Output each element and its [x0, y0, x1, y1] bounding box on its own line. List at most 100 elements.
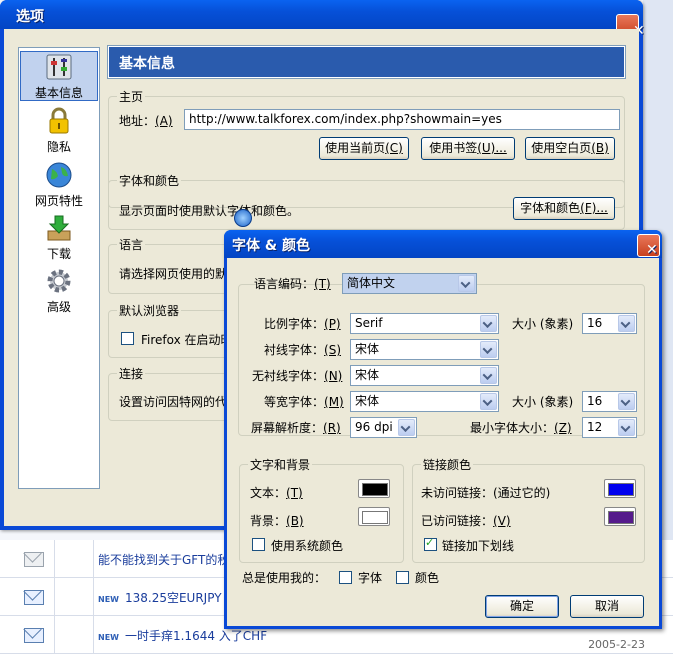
label-text: 语言编码： [254, 277, 315, 291]
always-use-colors-label: 颜色 [415, 571, 440, 585]
row-icon-cell [14, 540, 55, 577]
resolution-label: 屏幕解析度：(R) [251, 419, 341, 436]
proportional-select[interactable]: Serif [350, 313, 499, 334]
select-value: 宋体 [355, 342, 380, 356]
sidebar-item-privacy[interactable]: 隐私 [19, 106, 99, 155]
options-title: 选项 [16, 9, 44, 25]
serif-select[interactable]: 宋体 [350, 339, 499, 360]
underline-links-label: 链接加下划线 [442, 539, 515, 553]
default-browser-checkbox[interactable] [121, 332, 134, 345]
language-description: 请选择网页使用的默认 [119, 267, 240, 281]
label-key: (N) [324, 369, 343, 383]
dialog-titlebar[interactable]: 字体 & 颜色 ✕ [224, 230, 662, 258]
ok-button[interactable]: 确定 [485, 595, 559, 618]
envelope-icon [24, 552, 44, 567]
connection-description: 设置访问因特网的代 [119, 395, 228, 409]
cancel-button[interactable]: 取消 [570, 595, 644, 618]
button-label: 使用当前页 [325, 141, 386, 155]
chevron-down-icon [618, 419, 635, 436]
proportional-size-select[interactable]: 16 [582, 313, 637, 334]
visited-link-label: 已访问链接：(V) [421, 512, 511, 529]
homepage-url-input[interactable]: http://www.talkforex.com/index.php?showm… [184, 109, 620, 130]
always-use-label: 总是使用我的： [242, 571, 327, 585]
use-system-colors-checkbox[interactable] [252, 538, 265, 551]
button-key: (F)... [580, 201, 608, 215]
underline-links-checkbox[interactable]: ✓ [424, 536, 437, 551]
always-use-fonts-checkbox[interactable] [339, 571, 352, 584]
sidebar-item-web-features[interactable]: 网页特性 [19, 160, 99, 209]
fonts-group [238, 284, 645, 436]
group-title: 主页 [117, 88, 146, 105]
encoding-select[interactable]: 简体中文 [342, 273, 477, 294]
label-key: (T) [314, 277, 331, 291]
group-title: 语言 [117, 236, 146, 253]
sidebar-item-label: 基本信息 [34, 86, 83, 100]
monospace-select[interactable]: 宋体 [350, 391, 499, 412]
label-text: 比例字体： [264, 317, 325, 331]
min-size-select[interactable]: 12 [582, 417, 637, 438]
button-key: (U)... [477, 141, 507, 155]
address-label: 地址：(A) [119, 112, 173, 129]
unvisited-link-color-button[interactable] [604, 479, 636, 498]
dialog-close-button[interactable]: ✕ [637, 234, 660, 258]
background-color-label: 背景：(B) [250, 512, 304, 529]
monospace-label: 等宽字体：(M) [264, 393, 344, 410]
monospace-size-select[interactable]: 16 [582, 391, 637, 412]
use-bookmark-button[interactable]: 使用书签(U)... [421, 137, 515, 160]
sidebar-item-label: 隐私 [46, 140, 71, 154]
button-label: 使用空白页 [531, 141, 592, 155]
label-text: 无衬线字体： [252, 369, 325, 383]
color-swatch [608, 483, 634, 496]
visited-link-color-button[interactable] [604, 507, 636, 526]
button-key: (B) [591, 141, 609, 155]
chevron-down-icon [480, 393, 497, 410]
use-blank-page-button[interactable]: 使用空白页(B) [525, 137, 615, 160]
use-current-page-button[interactable]: 使用当前页(C) [319, 137, 409, 160]
resolution-select[interactable]: 96 dpi [350, 417, 417, 438]
always-use-colors-checkbox[interactable] [396, 571, 409, 584]
size-label: 大小 (象素) [512, 395, 574, 409]
options-titlebar[interactable]: 选项 ✕ [0, 0, 645, 39]
sidebar-item-advanced[interactable]: 高级 [19, 266, 99, 315]
fonts-colors-button[interactable]: 字体和颜色(F)... [513, 197, 615, 220]
label-text: 背景： [250, 514, 287, 528]
color-swatch [608, 511, 634, 524]
proportional-label: 比例字体：(P) [264, 315, 341, 332]
thread-link[interactable]: 能不能找到关于GFT的秋 [98, 551, 229, 568]
chevron-down-icon [480, 367, 497, 384]
label-text: 已访问链接： [421, 514, 494, 528]
label-key: (S) [324, 343, 341, 357]
dialog-title: 字体 & 颜色 [232, 238, 310, 254]
unvisited-link-label: 未访问链接：(通过它的) [421, 486, 551, 500]
button-label: 字体和颜色 [520, 201, 581, 215]
close-icon: ✕ [646, 242, 658, 258]
chevron-down-icon [618, 315, 635, 332]
sans-serif-select[interactable]: 宋体 [350, 365, 499, 386]
default-browser-label: Firefox 在启动时 [141, 333, 233, 347]
size-label: 大小 (象素) [512, 317, 574, 331]
serif-label: 衬线字体：(S) [264, 341, 341, 358]
select-value: 宋体 [355, 394, 380, 408]
row-icon-cell [14, 616, 55, 653]
checkmark-icon: ✓ [425, 536, 435, 549]
label-text: 等宽字体： [264, 395, 325, 409]
dialog-body: 语言编码：(T) 简体中文 比例字体：(P) Serif 大小 (象素) 16 … [227, 258, 659, 626]
sidebar-item-downloads[interactable]: 下载 [19, 213, 99, 262]
sidebar-item-general[interactable]: 基本信息 [20, 51, 98, 101]
label-key: (Z) [554, 421, 572, 435]
address-label-text: 地址： [119, 114, 156, 128]
label-key: (R) [323, 421, 341, 435]
thread-link[interactable]: 一时手痒1.1644 入了CHF [125, 629, 267, 643]
label-key: (P) [324, 317, 341, 331]
min-size-label: 最小字体大小：(Z) [470, 419, 572, 436]
button-label: 使用书签 [429, 141, 478, 155]
envelope-icon [24, 590, 44, 605]
text-color-button[interactable] [358, 479, 390, 498]
select-value: 16 [587, 394, 603, 408]
background-color-button[interactable] [358, 507, 390, 526]
thread-link[interactable]: 138.25空EURJPY [125, 591, 222, 605]
address-key: (A) [155, 114, 173, 128]
row-spacer [55, 540, 94, 577]
text-color-label: 文本：(T) [250, 484, 303, 501]
label-text: 屏幕解析度： [251, 421, 324, 435]
